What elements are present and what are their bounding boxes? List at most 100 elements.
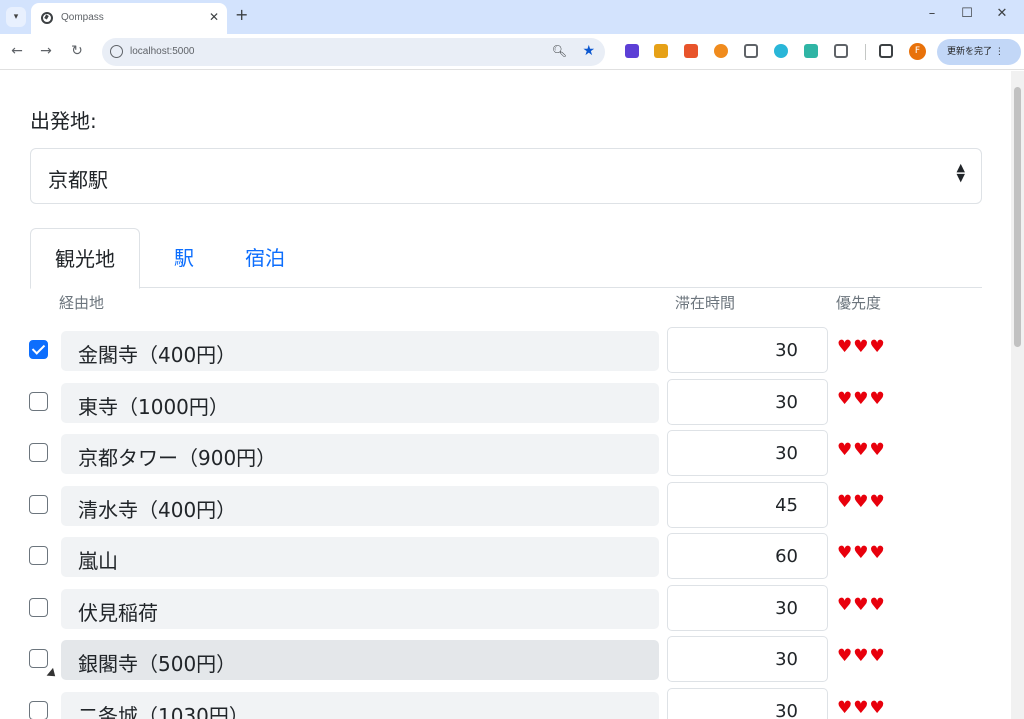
- heart-icon[interactable]: ♥: [853, 646, 869, 666]
- extension-icon[interactable]: [804, 44, 818, 58]
- minimize-icon[interactable]: –: [922, 6, 942, 21]
- close-icon[interactable]: ✕: [209, 10, 219, 24]
- category-tabs: 観光地 駅 宿泊: [30, 228, 982, 289]
- heart-icon[interactable]: ♥: [870, 698, 886, 718]
- stay-duration-input[interactable]: 30: [667, 636, 828, 682]
- list-item: 銀閣寺（500円） 30 ♥♥♥: [0, 636, 1011, 692]
- spot-name-box[interactable]: 銀閣寺（500円）: [61, 640, 659, 680]
- heart-icon[interactable]: ♥: [837, 492, 853, 512]
- priority-rating[interactable]: ♥♥♥: [837, 440, 886, 460]
- heart-icon[interactable]: ♥: [853, 543, 869, 563]
- heart-icon[interactable]: ♥: [870, 543, 886, 563]
- extension-icon[interactable]: [684, 44, 698, 58]
- zoom-icon[interactable]: 🔍︎: [552, 44, 567, 58]
- stay-duration-input[interactable]: 30: [667, 584, 828, 631]
- window-close-icon[interactable]: ✕: [992, 6, 1012, 21]
- url-text[interactable]: localhost:5000: [130, 46, 195, 57]
- stay-duration-input[interactable]: 30: [667, 430, 828, 476]
- heart-icon[interactable]: ♥: [870, 337, 886, 357]
- heart-icon[interactable]: ♥: [853, 440, 869, 460]
- spot-name-box[interactable]: 金閣寺（400円）: [61, 331, 659, 371]
- heart-icon[interactable]: ♥: [870, 492, 886, 512]
- heart-icon[interactable]: ♥: [870, 440, 886, 460]
- priority-rating[interactable]: ♥♥♥: [837, 595, 886, 615]
- heart-icon[interactable]: ♥: [870, 646, 886, 666]
- heart-icon[interactable]: ♥: [853, 595, 869, 615]
- profile-avatar[interactable]: F: [909, 43, 926, 60]
- spot-checkbox[interactable]: [29, 700, 48, 719]
- priority-rating[interactable]: ♥♥♥: [837, 543, 886, 563]
- spot-name-box[interactable]: 二条城（1030円）: [61, 691, 659, 719]
- spot-name: 京都タワー（900円）: [78, 446, 277, 470]
- heart-icon[interactable]: ♥: [837, 389, 853, 409]
- address-bar[interactable]: localhost:5000 🔍︎ ★: [102, 38, 605, 66]
- tab-search-button[interactable]: ▾: [6, 7, 26, 27]
- extension-icon[interactable]: [744, 44, 758, 58]
- spot-checkbox[interactable]: [29, 494, 48, 514]
- spot-checkbox[interactable]: [29, 340, 48, 359]
- spot-name-box[interactable]: 伏見稲荷: [61, 588, 659, 629]
- spot-name: 清水寺（400円）: [78, 497, 237, 522]
- tab-lodging[interactable]: 宿泊: [245, 228, 285, 288]
- heart-icon[interactable]: ♥: [870, 389, 886, 409]
- list-item: 伏見稲荷 30 ♥♥♥: [0, 584, 1011, 641]
- stay-duration-input[interactable]: 30: [667, 687, 828, 719]
- spot-checkbox[interactable]: [29, 546, 48, 565]
- new-tab-button[interactable]: +: [235, 5, 248, 24]
- origin-selected-value[interactable]: 京都駅: [48, 164, 108, 193]
- stay-duration-input[interactable]: 60: [667, 533, 828, 579]
- back-icon[interactable]: ←: [8, 43, 26, 59]
- heart-icon[interactable]: ♥: [870, 595, 886, 615]
- spot-checkbox[interactable]: [29, 391, 48, 411]
- maximize-icon[interactable]: ☐: [957, 6, 977, 21]
- spot-name: 東寺（1000円）: [78, 394, 229, 419]
- heart-icon[interactable]: ♥: [853, 698, 869, 718]
- origin-select[interactable]: 京都駅 ▲ ▼: [30, 148, 982, 204]
- priority-rating[interactable]: ♥♥♥: [837, 389, 886, 409]
- extension-icon[interactable]: [714, 44, 728, 58]
- priority-rating[interactable]: ♥♥♥: [837, 337, 886, 357]
- column-header-stay: 滞在時間: [675, 294, 736, 312]
- priority-rating[interactable]: ♥♥♥: [837, 492, 886, 512]
- stay-duration-input[interactable]: 30: [667, 378, 828, 425]
- priority-rating[interactable]: ♥♥♥: [837, 698, 886, 718]
- browser-tab[interactable]: Qompass ✕: [31, 3, 227, 34]
- spot-name-box[interactable]: 嵐山: [61, 537, 659, 577]
- extension-icon[interactable]: [654, 44, 668, 58]
- heart-icon[interactable]: ♥: [837, 698, 853, 718]
- scrollbar-thumb[interactable]: [1014, 87, 1021, 347]
- heart-icon[interactable]: ♥: [837, 440, 853, 460]
- select-arrows-icon: ▲ ▼: [956, 161, 965, 184]
- update-button[interactable]: 更新を完了 ⋮: [937, 39, 1021, 65]
- heart-icon[interactable]: ♥: [837, 646, 853, 666]
- extension-icon[interactable]: [774, 44, 788, 58]
- bookmark-star-icon[interactable]: ★: [582, 43, 595, 59]
- reload-icon[interactable]: ↻: [68, 43, 86, 59]
- heart-icon[interactable]: ♥: [853, 389, 869, 409]
- spot-name-box[interactable]: 清水寺（400円）: [61, 485, 659, 526]
- heart-icon[interactable]: ♥: [853, 337, 869, 357]
- stay-duration-value: 30: [775, 597, 798, 619]
- site-info-icon[interactable]: [110, 45, 123, 58]
- spot-checkbox[interactable]: [29, 649, 48, 668]
- extension-icon[interactable]: [625, 44, 639, 58]
- scrollbar[interactable]: [1011, 71, 1024, 719]
- heart-icon[interactable]: ♥: [853, 492, 869, 512]
- heart-icon[interactable]: ♥: [837, 337, 853, 357]
- spot-checkbox[interactable]: [29, 443, 48, 462]
- stay-duration-input[interactable]: 45: [667, 481, 828, 528]
- spot-name-box[interactable]: 東寺（1000円）: [61, 382, 659, 423]
- list-item: 東寺（1000円） 30 ♥♥♥: [0, 378, 1011, 435]
- priority-rating[interactable]: ♥♥♥: [837, 646, 886, 666]
- forward-icon[interactable]: →: [37, 43, 55, 59]
- side-panel-icon[interactable]: [879, 44, 893, 58]
- page-content: 出発地: 京都駅 ▲ ▼ 観光地 駅 宿泊 経由地 滞在時間 優先度 金閣寺（40…: [0, 71, 1011, 719]
- extensions-puzzle-icon[interactable]: [834, 44, 848, 58]
- heart-icon[interactable]: ♥: [837, 543, 853, 563]
- tab-station[interactable]: 駅: [174, 228, 194, 288]
- spot-checkbox[interactable]: [29, 597, 48, 617]
- stay-duration-input[interactable]: 30: [667, 327, 828, 373]
- tab-sightseeing[interactable]: 観光地: [30, 228, 140, 289]
- spot-name-box[interactable]: 京都タワー（900円）: [61, 434, 659, 474]
- heart-icon[interactable]: ♥: [837, 595, 853, 615]
